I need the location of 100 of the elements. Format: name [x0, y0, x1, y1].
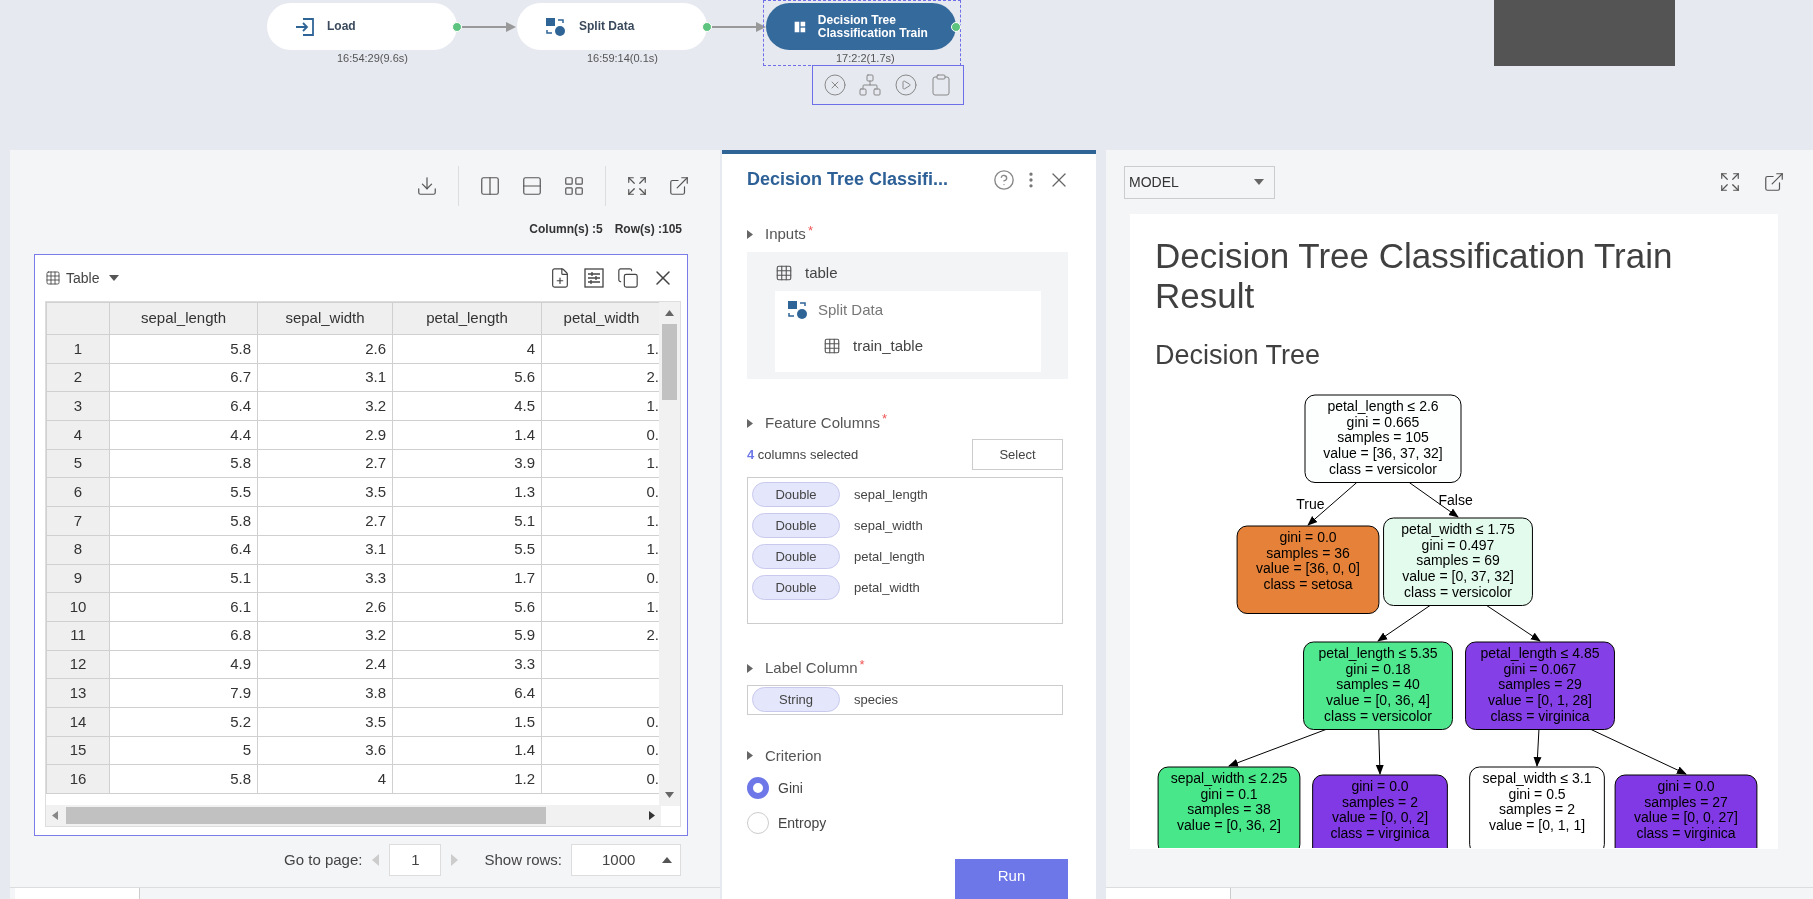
input-port-label: table	[805, 262, 838, 283]
expand-caret-icon[interactable]	[747, 663, 753, 673]
table-cell: 5.1	[392, 506, 542, 536]
output-port[interactable]	[951, 22, 961, 32]
columns-layout-icon[interactable]	[479, 175, 501, 197]
expand-caret-icon[interactable]	[747, 751, 753, 761]
table-cell: 6.4	[392, 678, 542, 708]
row-number-cell: 15	[46, 736, 110, 765]
type-tag: Double	[752, 513, 840, 539]
table-cell: 3.9	[392, 449, 542, 478]
section-title[interactable]: Label Column	[765, 657, 858, 680]
download-icon[interactable]	[416, 175, 438, 197]
column-name: sepal_length	[854, 486, 928, 505]
pop-out-icon[interactable]	[668, 175, 690, 197]
scroll-thumb[interactable]	[662, 324, 677, 400]
section-title[interactable]: Inputs	[765, 223, 806, 246]
copy-icon[interactable]	[617, 267, 639, 289]
table-cell: 1.3	[392, 477, 542, 507]
pipeline-node[interactable]: Decision Tree Classification Train	[766, 3, 956, 50]
table-icon	[775, 263, 793, 282]
expand-caret-icon[interactable]	[747, 418, 753, 428]
table-icon	[45, 270, 61, 286]
section-title[interactable]: Feature Columns	[765, 411, 881, 435]
rows-per-page-select[interactable]: 1000	[571, 844, 681, 876]
pipeline-node[interactable]: Split Data	[517, 3, 707, 50]
node-label: gini = 0.0 samples = 2 value = [0, 0, 2] class = virginica	[1330, 778, 1430, 842]
expand-icon[interactable]	[626, 175, 648, 197]
scroll-right-icon[interactable]	[649, 811, 655, 820]
radio-button[interactable]	[747, 812, 769, 834]
pipeline-node[interactable]: Load	[267, 3, 457, 50]
row-number-cell: 1	[46, 334, 110, 364]
table-cell: 1.7	[392, 564, 542, 593]
required-mark: *	[807, 221, 813, 240]
show-rows-label: Show rows:	[484, 849, 562, 870]
dropdown-caret-icon	[1254, 179, 1264, 185]
table-cell: 5.1	[109, 564, 258, 593]
table-icon	[823, 336, 841, 355]
node-label: Split Data	[579, 20, 635, 33]
play-icon[interactable]	[893, 73, 918, 97]
tree-edge	[1375, 729, 1384, 775]
scroll-thumb[interactable]	[66, 807, 546, 824]
view-select[interactable]: MODEL	[1124, 165, 1275, 199]
scroll-left-icon[interactable]	[52, 811, 58, 820]
vertical-scrollbar[interactable]	[659, 302, 680, 806]
table-cell: 5.6	[392, 363, 542, 392]
column-header[interactable]: petal_width	[541, 302, 661, 335]
type-tag: String	[752, 687, 840, 713]
pop-out-icon[interactable]	[1763, 171, 1785, 193]
edge-label: True	[1296, 496, 1325, 513]
page-field[interactable]: 1	[389, 844, 442, 876]
table-cell: 4.5	[392, 391, 542, 421]
column-name: species	[854, 690, 899, 709]
table-cell: 3.5	[257, 477, 393, 507]
delete-icon[interactable]	[822, 73, 847, 97]
edge-label: False	[1438, 492, 1473, 509]
column-name: petal_width	[854, 579, 920, 598]
node-label: Load	[327, 20, 356, 33]
expand-icon[interactable]	[1719, 171, 1741, 193]
radio-label: Gini	[778, 778, 803, 798]
report-title: Decision Tree Classification Train Result	[1154, 235, 1674, 316]
column-header[interactable]: petal_length	[392, 302, 542, 335]
table-cell: 1.4	[392, 736, 542, 765]
row-number-cell: 14	[46, 707, 110, 737]
source-node-label: Split Data	[818, 300, 884, 321]
type-tag: Double	[752, 482, 840, 508]
table-cell: 6.8	[109, 621, 258, 651]
corner-header	[46, 302, 110, 335]
run-button[interactable]: Run	[955, 859, 1068, 899]
column-header[interactable]: sepal_length	[109, 302, 258, 335]
expand-caret-icon[interactable]	[747, 229, 753, 239]
table-cell: 2.7	[257, 449, 393, 478]
table-cell: 3.2	[257, 621, 393, 651]
table-cell: 2.4	[257, 650, 393, 679]
row-number-cell: 9	[46, 564, 110, 593]
sliders-icon[interactable]	[583, 267, 605, 289]
dropdown-caret-icon[interactable]	[109, 275, 120, 281]
horizontal-scrollbar[interactable]	[46, 805, 661, 826]
label-column-field[interactable]: String species	[747, 684, 1063, 715]
table-cell: 6.4	[109, 535, 258, 564]
table-cell: 2.7	[257, 506, 393, 536]
scroll-up-icon[interactable]	[665, 310, 674, 316]
go-to-page-label: Go to page:	[284, 849, 363, 870]
table-cell: 3.5	[257, 707, 393, 737]
row-number-cell: 16	[46, 764, 110, 794]
connector-arrow	[712, 21, 767, 33]
row-number-cell: 2	[46, 363, 110, 392]
shapes-icon	[545, 16, 567, 37]
column-header[interactable]: sepal_width	[257, 302, 393, 335]
rows-layout-icon[interactable]	[521, 175, 543, 197]
select-button[interactable]: Select	[972, 439, 1063, 471]
radio-button[interactable]	[747, 777, 769, 799]
table-cell: 5.8	[109, 764, 258, 794]
caret-up-icon	[662, 857, 672, 863]
scroll-down-icon[interactable]	[665, 792, 674, 798]
node-label: petal_length ≤ 4.85 gini = 0.067 samples = 29 value = [0, 1, 28] class = virginica	[1480, 645, 1600, 724]
grid-layout-icon[interactable]	[563, 175, 585, 197]
table-cell: 6.4	[109, 391, 258, 421]
section-title[interactable]: Criterion	[765, 744, 822, 767]
add-file-icon[interactable]	[549, 267, 571, 289]
help-icon[interactable]	[993, 168, 1015, 191]
